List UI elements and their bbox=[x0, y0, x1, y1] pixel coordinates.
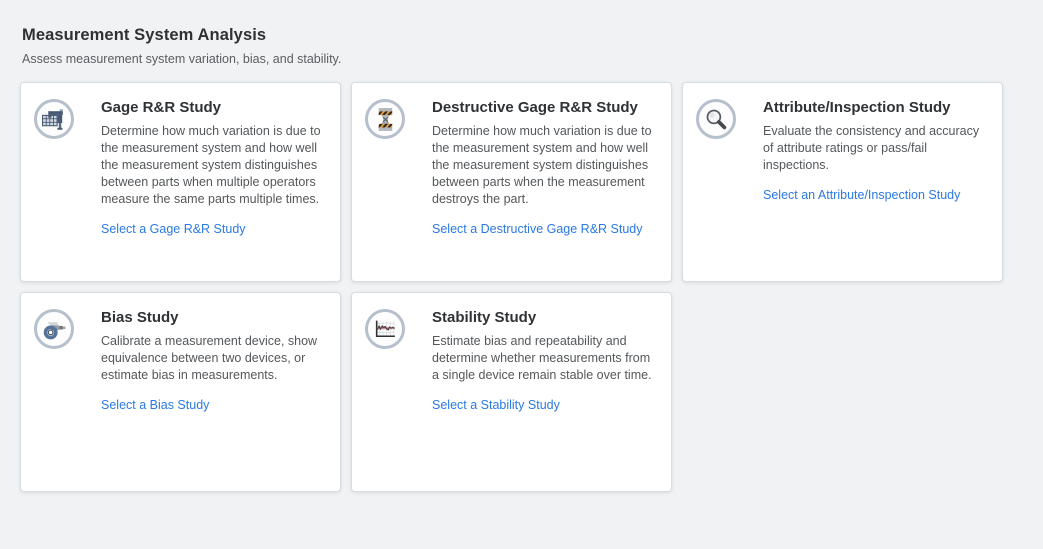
select-destructive-gage-rr-study-link[interactable]: Select a Destructive Gage R&R Study bbox=[432, 222, 643, 236]
measurement-system-analysis-page: Measurement System Analysis Assess measu… bbox=[0, 0, 1043, 492]
page-title: Measurement System Analysis bbox=[22, 26, 1043, 45]
card-destructive-gage-rr-study: Destructive Gage R&R Study Determine how… bbox=[351, 82, 672, 282]
micrometer-icon bbox=[34, 309, 74, 349]
select-gage-rr-study-link[interactable]: Select a Gage R&R Study bbox=[101, 222, 246, 236]
card-description: Estimate bias and repeatability and dete… bbox=[432, 333, 657, 384]
card-attribute-inspection-study: Attribute/Inspection Study Evaluate the … bbox=[682, 82, 1003, 282]
card-title: Stability Study bbox=[432, 309, 657, 326]
caliper-grid-icon bbox=[34, 99, 74, 139]
study-card-grid: Gage R&R Study Determine how much variat… bbox=[20, 82, 1043, 492]
control-chart-icon bbox=[365, 309, 405, 349]
page-subtitle: Assess measurement system variation, bia… bbox=[22, 52, 1043, 66]
card-title: Destructive Gage R&R Study bbox=[432, 99, 657, 116]
select-bias-study-link[interactable]: Select a Bias Study bbox=[101, 398, 209, 412]
destructive-specimen-icon bbox=[365, 99, 405, 139]
card-description: Determine how much variation is due to t… bbox=[101, 123, 326, 208]
card-title: Gage R&R Study bbox=[101, 99, 326, 116]
card-title: Attribute/Inspection Study bbox=[763, 99, 988, 116]
card-gage-rr-study: Gage R&R Study Determine how much variat… bbox=[20, 82, 341, 282]
card-description: Calibrate a measurement device, show equ… bbox=[101, 333, 326, 384]
card-title: Bias Study bbox=[101, 309, 326, 326]
magnifier-icon bbox=[696, 99, 736, 139]
card-description: Evaluate the consistency and accuracy of… bbox=[763, 123, 988, 174]
card-bias-study: Bias Study Calibrate a measurement devic… bbox=[20, 292, 341, 492]
card-description: Determine how much variation is due to t… bbox=[432, 123, 657, 208]
card-stability-study: Stability Study Estimate bias and repeat… bbox=[351, 292, 672, 492]
select-stability-study-link[interactable]: Select a Stability Study bbox=[432, 398, 560, 412]
select-attribute-inspection-study-link[interactable]: Select an Attribute/Inspection Study bbox=[763, 188, 960, 202]
